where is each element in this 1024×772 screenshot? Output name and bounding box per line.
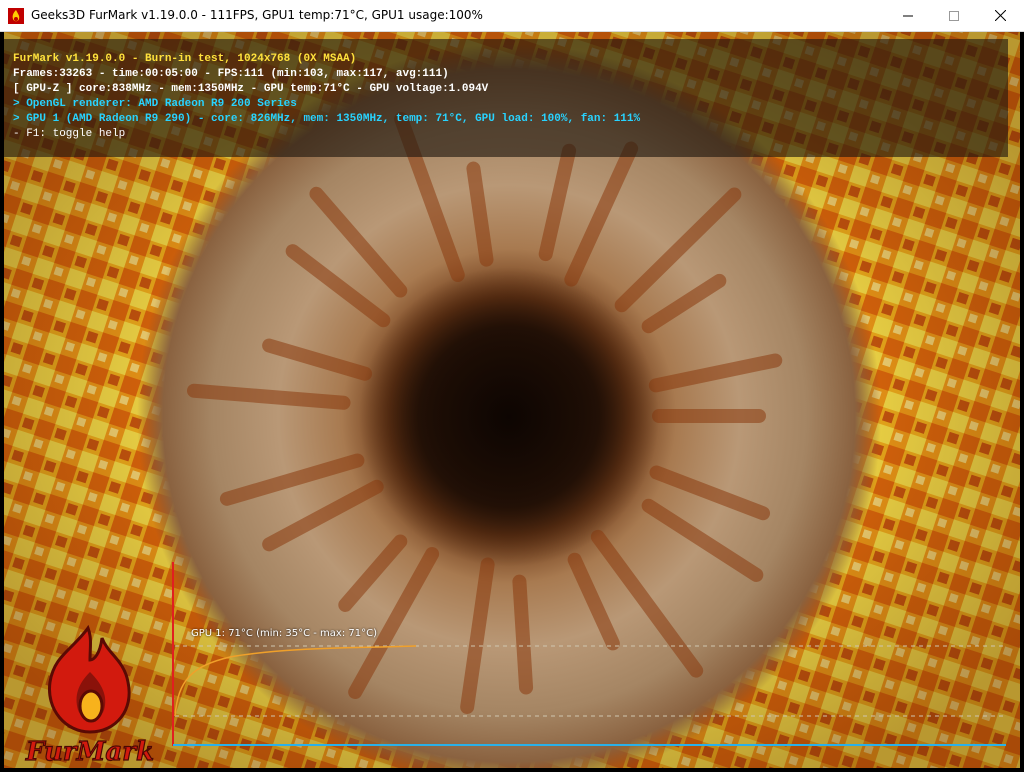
minimize-icon bbox=[903, 15, 913, 16]
render-viewport[interactable]: FurMark v1.19.0.0 - Burn-in test, 1024x7… bbox=[4, 32, 1020, 768]
close-icon bbox=[994, 10, 1006, 21]
logo-text: FurMark bbox=[25, 737, 154, 765]
hud-renderer-line: > OpenGL renderer: AMD Radeon R9 200 Ser… bbox=[13, 98, 297, 110]
maximize-button[interactable] bbox=[931, 0, 977, 31]
minimize-button[interactable] bbox=[885, 0, 931, 31]
furmark-flame-icon bbox=[8, 8, 24, 24]
hud-help-line: - F1: toggle help bbox=[13, 128, 126, 140]
hud-title-line: FurMark v1.19.0.0 - Burn-in test, 1024x7… bbox=[13, 53, 357, 65]
furmark-flame-logo: FurMark bbox=[24, 624, 155, 765]
window-title: Geeks3D FurMark v1.19.0.0 - 111FPS, GPU1… bbox=[31, 8, 483, 22]
hud-overlay: FurMark v1.19.0.0 - Burn-in test, 1024x7… bbox=[4, 39, 1008, 157]
graph-temp-curve bbox=[174, 645, 417, 717]
furmark-window: Geeks3D FurMark v1.19.0.0 - 111FPS, GPU1… bbox=[0, 0, 1024, 772]
close-button[interactable] bbox=[977, 0, 1023, 31]
hud-gpuz-line: [ GPU-Z ] core:838MHz - mem:1350MHz - GP… bbox=[13, 83, 489, 95]
hud-gpu1-line: > GPU 1 (AMD Radeon R9 290) - core: 826M… bbox=[13, 113, 641, 125]
graph-label: GPU 1: 71°C (min: 35°C - max: 71°C) bbox=[191, 628, 377, 639]
maximize-icon bbox=[949, 10, 959, 21]
title-bar[interactable]: Geeks3D FurMark v1.19.0.0 - 111FPS, GPU1… bbox=[0, 0, 1024, 32]
temperature-graph bbox=[172, 562, 1006, 746]
hud-frames-line: Frames:33263 - time:00:05:00 - FPS:111 (… bbox=[13, 68, 449, 80]
